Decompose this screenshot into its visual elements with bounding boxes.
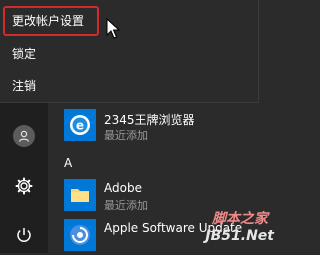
power-icon (17, 228, 31, 242)
mouse-cursor-icon (106, 18, 121, 39)
folder-icon (71, 189, 89, 202)
settings-button[interactable] (0, 166, 48, 206)
app-name: 2345王牌浏览器 (104, 113, 195, 127)
user-avatar-icon (13, 125, 35, 147)
power-button[interactable] (0, 215, 48, 255)
menu-item-sign-out[interactable]: 注销 (0, 70, 258, 100)
app-tile (64, 179, 96, 211)
svg-text:e: e (76, 119, 84, 133)
user-account-button[interactable] (0, 116, 48, 156)
apple-update-icon (70, 225, 90, 245)
app-list-item[interactable]: Apple Software Update (60, 218, 270, 254)
menu-item-lock[interactable]: 锁定 (0, 38, 258, 68)
app-status: 最近添加 (104, 199, 148, 212)
app-tile: e (64, 109, 96, 141)
group-letter-header[interactable]: A (64, 156, 72, 170)
gear-icon (15, 177, 33, 195)
app-name: Adobe (104, 181, 142, 195)
app-tile (64, 219, 96, 251)
app-list-item[interactable]: e 2345王牌浏览器 最近添加 (60, 108, 270, 144)
app-name: Apple Software Update (104, 221, 243, 235)
menu-item-change-account-settings[interactable]: 更改帐户设置 (0, 6, 258, 34)
account-context-menu: 更改帐户设置 锁定 注销 (0, 0, 259, 103)
app-list-item[interactable]: Adobe 最近添加 (60, 178, 270, 214)
app-status: 最近添加 (104, 129, 148, 142)
browser-e-icon: e (70, 115, 90, 135)
